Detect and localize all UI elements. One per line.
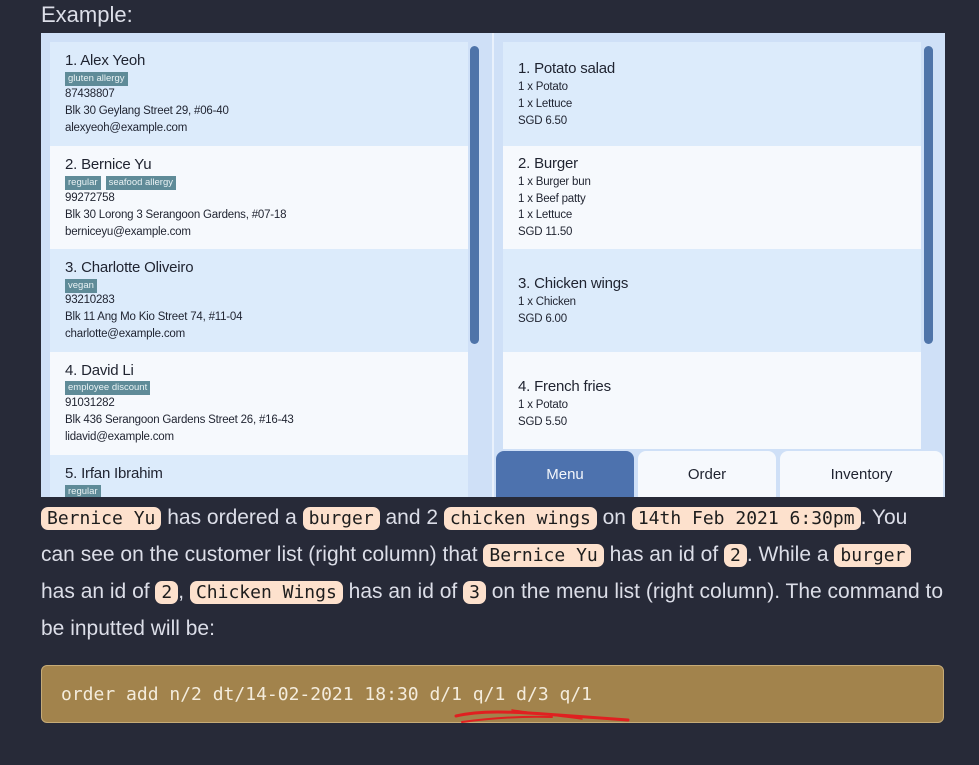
customer-card[interactable]: 4. David Li employee discount 91031282 B… <box>50 352 468 455</box>
customer-tag: vegan <box>65 279 97 293</box>
customer-email: berniceyu@example.com <box>65 226 191 238</box>
text-span: has an id of <box>41 580 156 603</box>
inline-code: Bernice Yu <box>41 507 162 530</box>
menu-item-card[interactable]: 4. French fries 1 x Potato SGD 5.50 <box>503 352 921 449</box>
inline-code: Bernice Yu <box>483 544 604 567</box>
app-screenshot: 1. Alex Yeoh gluten allergy 87438807 Blk… <box>41 33 945 497</box>
customer-card[interactable]: 2. Bernice Yu regular seafood allergy 99… <box>50 146 468 249</box>
menu-item-name: 4. French fries <box>518 378 611 395</box>
tab-order[interactable]: Order <box>638 451 776 497</box>
explanation-paragraph: Bernice Yu has ordered a burger and 2 ch… <box>41 500 946 647</box>
customer-card[interactable]: 3. Charlotte Oliveiro vegan 93210283 Blk… <box>50 249 468 352</box>
command-text: order add n/2 dt/14-02-2021 18:30 d/1 q/… <box>61 684 593 705</box>
text-span: has an id of <box>603 543 724 566</box>
text-span: . While a <box>746 543 835 566</box>
menu-item-price: SGD 6.50 <box>518 115 567 127</box>
customer-phone: 91031282 <box>65 397 115 409</box>
customer-email: alexyeoh@example.com <box>65 122 188 134</box>
inline-code: burger <box>302 507 380 530</box>
menu-item-name: 3. Chicken wings <box>518 275 629 292</box>
customer-name: 2. Bernice Yu <box>65 156 152 173</box>
customer-phone: 93210283 <box>65 294 115 306</box>
tab-bar: Menu Order Inventory <box>494 449 945 497</box>
inline-code: 2 <box>724 544 747 567</box>
customer-list[interactable]: 1. Alex Yeoh gluten allergy 87438807 Blk… <box>41 33 492 497</box>
menu-item-price: SGD 11.50 <box>518 226 573 238</box>
customer-phone: 87438807 <box>65 88 115 100</box>
tab-menu[interactable]: Menu <box>496 451 634 497</box>
inline-code: 14th Feb 2021 6:30pm <box>631 507 861 530</box>
menu-list-scrollbar[interactable] <box>924 46 933 344</box>
menu-item-name: 2. Burger <box>518 155 578 172</box>
customer-address: Blk 30 Lorong 3 Serangoon Gardens, #07-1… <box>65 209 287 221</box>
customer-tag: regular <box>65 485 101 497</box>
customer-name: 4. David Li <box>65 362 134 379</box>
inline-code: Chicken Wings <box>189 581 343 604</box>
customer-tag: seafood allergy <box>105 176 177 190</box>
customer-address: Blk 436 Serangoon Gardens Street 26, #16… <box>65 414 294 426</box>
customer-tag: employee discount <box>65 381 151 395</box>
inline-code: chicken wings <box>443 507 597 530</box>
customer-name: 1. Alex Yeoh <box>65 52 146 69</box>
text-span: has ordered a <box>161 506 303 529</box>
customer-name: 3. Charlotte Oliveiro <box>65 259 194 276</box>
menu-item-ingredient: 1 x Chicken <box>518 296 576 308</box>
text-span: on <box>596 506 632 529</box>
menu-item-card[interactable]: 2. Burger 1 x Burger bun 1 x Beef patty … <box>503 146 921 249</box>
menu-item-price: SGD 5.50 <box>518 416 567 428</box>
menu-list[interactable]: 1. Potato salad 1 x Potato 1 x Lettuce S… <box>494 33 945 497</box>
customer-name: 5. Irfan Ibrahim <box>65 465 163 482</box>
menu-item-ingredient: 1 x Potato <box>518 81 568 93</box>
customer-card[interactable]: 5. Irfan Ibrahim regular <box>50 455 468 497</box>
customer-phone: 99272758 <box>65 192 115 204</box>
text-span: has an id of <box>342 580 464 603</box>
customer-address: Blk 30 Geylang Street 29, #06-40 <box>65 105 229 117</box>
menu-item-ingredient: 1 x Potato <box>518 399 568 411</box>
customer-card[interactable]: 1. Alex Yeoh gluten allergy 87438807 Blk… <box>50 42 468 146</box>
customer-list-scrollbar[interactable] <box>470 46 479 344</box>
menu-item-card[interactable]: 3. Chicken wings 1 x Chicken SGD 6.00 <box>503 249 921 352</box>
menu-item-card[interactable]: 1. Potato salad 1 x Potato 1 x Lettuce S… <box>503 42 921 146</box>
customer-address: Blk 11 Ang Mo Kio Street 74, #11-04 <box>65 311 243 323</box>
inline-code: burger <box>834 544 912 567</box>
text-span: , <box>178 580 190 603</box>
red-underline-annotation <box>454 709 630 723</box>
text-span: and 2 <box>379 506 444 529</box>
inline-code: 2 <box>155 581 179 604</box>
inline-code: 3 <box>463 581 486 604</box>
menu-item-ingredient: 1 x Lettuce <box>518 98 573 110</box>
menu-item-ingredient: 1 x Lettuce <box>518 209 573 221</box>
menu-item-ingredient: 1 x Burger bun <box>518 176 591 188</box>
example-heading: Example: <box>41 2 133 27</box>
tab-inventory[interactable]: Inventory <box>780 451 943 497</box>
customer-email: charlotte@example.com <box>65 328 185 340</box>
customer-tag: gluten allergy <box>65 72 128 86</box>
customer-email: lidavid@example.com <box>65 431 174 443</box>
customer-tag: regular <box>65 176 101 190</box>
menu-item-name: 1. Potato salad <box>518 60 616 77</box>
menu-item-ingredient: 1 x Beef patty <box>518 193 586 205</box>
menu-item-price: SGD 6.00 <box>518 313 567 325</box>
